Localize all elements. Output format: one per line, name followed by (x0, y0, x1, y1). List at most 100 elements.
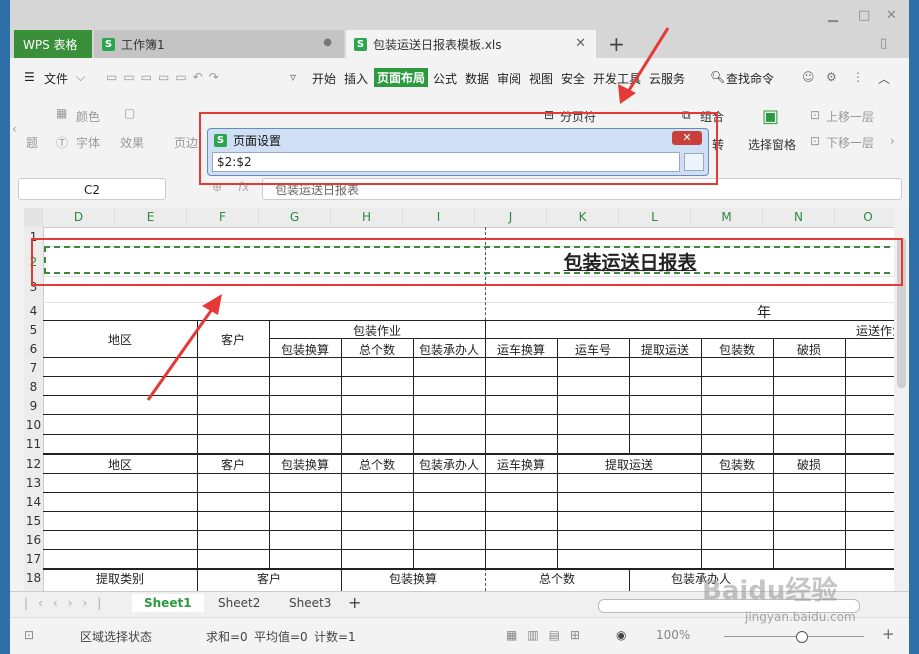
header-pack-calc-2[interactable]: 包装换算 (269, 456, 341, 473)
header-pickup-type[interactable]: 提取类别 (43, 570, 197, 587)
header-pack-count[interactable]: 包装数 (701, 341, 773, 358)
view-mode-icons[interactable]: ▦▥▤⊞ (506, 628, 590, 642)
col-header-E[interactable]: E (115, 208, 187, 227)
col-header-J[interactable]: J (475, 208, 547, 227)
header-customer[interactable]: 客户 (197, 331, 269, 348)
zoom-slider[interactable] (724, 636, 864, 637)
row-header-13[interactable]: 13 (24, 476, 43, 490)
window-mode-icon[interactable]: ▯ (880, 36, 887, 51)
menu-page-layout[interactable]: 页面布局 (374, 68, 429, 87)
header-handler[interactable]: 包装承办人 (413, 341, 485, 358)
row-header-14[interactable]: 14 (24, 495, 43, 509)
col-header-N[interactable]: N (763, 208, 835, 227)
row-header-15[interactable]: 15 (24, 514, 43, 528)
close-tab-icon[interactable]: ✕ (575, 36, 586, 51)
quick-access-icons[interactable]: ▭▭▭▭▭↶↷ (106, 70, 225, 84)
menu-review[interactable]: 审阅 (497, 70, 521, 87)
zoom-in-icon[interactable]: + (882, 625, 895, 643)
color-button[interactable]: 颜色 (76, 108, 100, 125)
minimize-icon[interactable]: ▁ (828, 8, 838, 23)
row-header-10[interactable]: 10 (24, 418, 43, 432)
gear-icon[interactable]: ⚙ (826, 70, 837, 84)
theme-label[interactable]: 题 (26, 134, 38, 151)
header-truck-no[interactable]: 运车号 (557, 341, 629, 358)
col-header-F[interactable]: F (187, 208, 259, 227)
row-header-7[interactable]: 7 (24, 361, 43, 375)
header-ship-calc[interactable]: 运车换算 (485, 341, 557, 358)
font-button[interactable]: 字体 (76, 134, 100, 151)
col-header-M[interactable]: M (691, 208, 763, 227)
row-header-9[interactable]: 9 (24, 399, 43, 413)
select-pane-button[interactable]: 选择窗格 (748, 136, 796, 153)
sheet-nav-icons[interactable]: |‹‹››| (24, 596, 111, 610)
chevron-down-icon[interactable]: ⌵ (76, 70, 85, 85)
scroll-left-icon[interactable]: ‹ (12, 122, 17, 136)
tab-workbook1[interactable]: S 工作簿1 ● (94, 30, 344, 58)
zoom-level[interactable]: 100% (656, 628, 690, 642)
new-tab-icon[interactable]: + (608, 32, 625, 56)
col-header-I[interactable]: I (403, 208, 475, 227)
row-header-4[interactable]: 4 (24, 304, 43, 318)
header-damage-2[interactable]: 破损 (773, 456, 845, 473)
row-header-18[interactable]: 18 (24, 571, 43, 585)
feedback-icon[interactable]: ☺ (802, 70, 815, 84)
header-total[interactable]: 总个数 (341, 341, 413, 358)
bring-forward-icon[interactable]: ⊡ (810, 108, 820, 122)
header-total-3[interactable]: 总个数 (485, 570, 629, 587)
header-total-2[interactable]: 总个数 (341, 456, 413, 473)
header-customer-3[interactable]: 客户 (197, 570, 341, 587)
header-pickup[interactable]: 提取运送 (629, 341, 701, 358)
col-header-L[interactable]: L (619, 208, 691, 227)
header-region[interactable]: 地区 (43, 331, 197, 348)
menu-insert[interactable]: 插入 (344, 70, 368, 87)
header-handler-2[interactable]: 包装承办人 (413, 456, 485, 473)
header-ship-calc-2[interactable]: 运车换算 (485, 456, 557, 473)
customize-icon[interactable]: ▿ (290, 70, 296, 84)
sheet-tab-1[interactable]: Sheet1 (132, 594, 204, 612)
menu-formula[interactable]: 公式 (433, 70, 457, 87)
close-icon[interactable]: ✕ (886, 8, 897, 23)
effect-icon[interactable]: ▢ (124, 106, 135, 120)
sheet-tab-2[interactable]: Sheet2 (218, 596, 260, 610)
header-pack-calc-3[interactable]: 包装换算 (341, 570, 485, 587)
row-header-5[interactable]: 5 (24, 323, 43, 337)
row-header-17[interactable]: 17 (24, 552, 43, 566)
name-box[interactable]: C2 (18, 178, 166, 200)
search-icon[interactable]: 🔍︎ (710, 70, 725, 84)
move-down-button[interactable]: 下移一层 (826, 134, 874, 151)
header-customer-2[interactable]: 客户 (197, 456, 269, 473)
search-command[interactable]: 查找命令 (726, 70, 774, 87)
col-header-G[interactable]: G (259, 208, 331, 227)
maximize-icon[interactable]: □ (858, 8, 870, 23)
sheet-tab-3[interactable]: Sheet3 (289, 596, 331, 610)
header-pack-count-2[interactable]: 包装数 (701, 456, 773, 473)
font-icon[interactable]: Ⓣ (56, 134, 68, 151)
palette-icon[interactable]: ▦ (56, 106, 67, 120)
menu-view[interactable]: 视图 (529, 70, 553, 87)
more-icon[interactable]: ⋮ (852, 70, 864, 84)
header-ship-op[interactable]: 运送作业 (824, 322, 902, 339)
header-pack-calc[interactable]: 包装换算 (269, 341, 341, 358)
row-header-12[interactable]: 12 (24, 457, 43, 471)
eye-protect-icon[interactable]: ◉ (616, 628, 626, 642)
row-header-11[interactable]: 11 (24, 437, 43, 451)
header-pickup-2[interactable]: 提取运送 (557, 456, 701, 473)
menu-security[interactable]: 安全 (561, 70, 585, 87)
header-damage[interactable]: 破损 (773, 341, 845, 358)
hamburger-icon[interactable]: ☰ (24, 70, 35, 84)
menu-cloud[interactable]: 云服务 (649, 70, 685, 87)
margin-button[interactable]: 页边 (174, 134, 198, 151)
tab-wps-home[interactable]: WPS 表格 (14, 30, 92, 58)
menu-home[interactable]: 开始 (312, 70, 336, 87)
select-pane-icon[interactable]: ▣ (762, 106, 779, 127)
collapse-ribbon-icon[interactable]: ︿ (878, 70, 890, 87)
row-header-6[interactable]: 6 (24, 342, 43, 356)
header-pack-op[interactable]: 包装作业 (269, 322, 485, 339)
scroll-right-icon[interactable]: › (890, 134, 895, 148)
year-label[interactable]: 年 (744, 302, 784, 322)
send-backward-icon[interactable]: ⊡ (810, 134, 820, 148)
header-region-2[interactable]: 地区 (43, 456, 197, 473)
col-header-D[interactable]: D (43, 208, 115, 227)
menu-developer[interactable]: 开发工具 (593, 70, 641, 87)
row-header-8[interactable]: 8 (24, 380, 43, 394)
